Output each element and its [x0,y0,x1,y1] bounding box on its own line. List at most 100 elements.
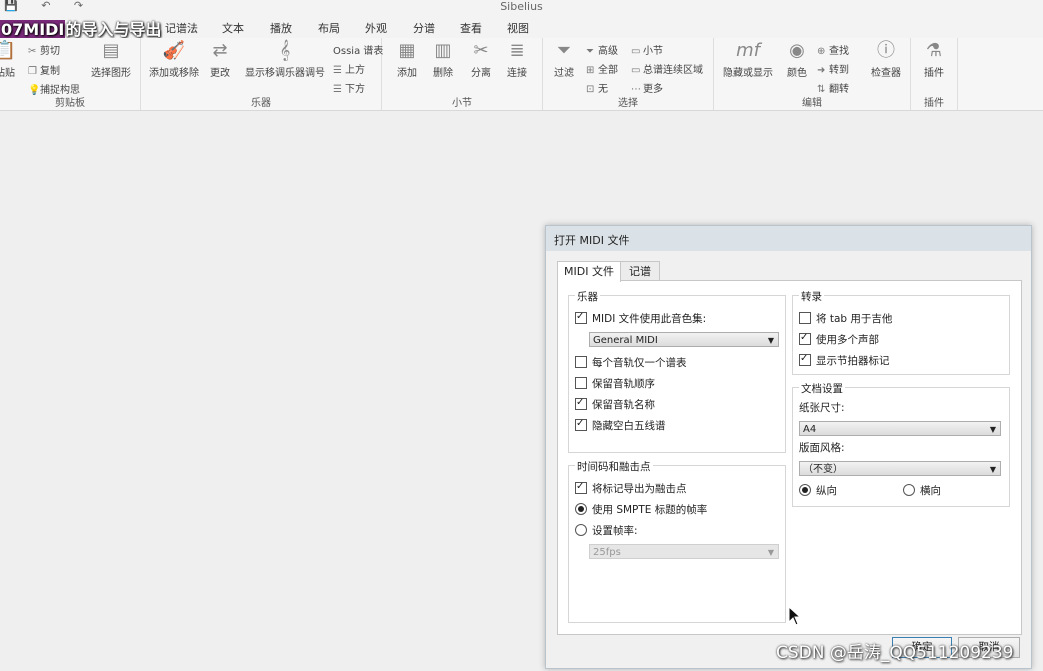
mf-dynamic-icon: mf [736,40,760,61]
staff-above-icon: ☰ [333,65,342,76]
fps-select[interactable]: 25fps ▼ [589,544,779,559]
ossia-below-button[interactable]: ☰ 下方 [333,80,365,95]
tab-view[interactable]: 视图 [507,20,529,36]
use-smpte-radio[interactable]: 使用 SMPTE 标题的帧率 [575,503,707,517]
group-bars: ▦ 添加 ▥ 删除 ✂ 分离 ≣ 连接 小节 [382,38,543,110]
instruments-icon: 🎻 [162,40,186,61]
find-button[interactable]: ⊕ 查找 [817,42,849,57]
plugin-icon: ⚗ [925,40,943,61]
group-label-clipboard: 剪贴板 [55,98,85,109]
select-system-passage-button[interactable]: ▭ 总谱连续区域 [631,61,703,76]
export-markers-checkbox[interactable]: 将标记导出为融击点 [575,480,687,496]
delete-bar-button[interactable]: ▥ 删除 [428,40,458,79]
cut-button[interactable]: ✂ 剪切 [28,42,60,57]
tab-review[interactable]: 查看 [460,20,482,36]
change-instrument-icon: ⇄ [212,40,228,61]
mouse-cursor-icon [788,606,802,626]
advanced-select-button[interactable]: ⏷ 高级 [586,42,618,57]
advanced-filter-icon: ⏷ [586,46,594,57]
passage-icon: ▭ [631,65,641,76]
group-label-plugins: 插件 [924,98,944,109]
select-none-button[interactable]: ⊡ 无 [586,80,608,95]
funnel-icon: ⏷ [556,40,572,61]
tab-midi-file[interactable]: MIDI 文件 [557,261,621,282]
select-graphic-button[interactable]: ▤ 选择图形 [88,40,134,79]
tab-notation[interactable]: 记谱法 [165,20,198,36]
group-label-instruments: 乐器 [251,98,271,109]
add-remove-instruments-button[interactable]: 🎻 添加或移除 [147,40,201,79]
hide-show-button[interactable]: mf 隐藏或显示 [720,40,776,79]
change-instrument-button[interactable]: ⇄ 更改 [205,40,235,79]
split-bar-button[interactable]: ✂ 分离 [466,40,496,79]
group-selection: ⏷ 过滤 ⏷ 高级 ⊞ 全部 ⊡ 无 ▭ 小节 ▭ 总谱连续区域 ⋯ 更多 选择 [543,38,714,110]
paper-size-select[interactable]: A4 ▼ [799,421,1001,436]
tab-appearance[interactable]: 外观 [365,20,387,36]
inspector-button[interactable]: ⓘ 检查器 [868,40,904,79]
paper-size-label: 纸张尺寸: [799,402,845,414]
use-sound-set-checkbox[interactable]: MIDI 文件使用此音色集: [575,310,706,326]
delete-bar-icon: ▥ [434,40,452,61]
clipboard-icon: 📋 [0,40,17,61]
arrow-right-icon: ➜ [817,65,826,76]
paste-button[interactable]: 📋粘贴 [0,40,18,79]
house-style-label: 版面风格: [799,442,845,454]
transcription-group: 转录 将 tab 用于吉他 使用多个声部 显示节拍器标记 [792,289,1010,375]
tab-notation-options[interactable]: 记谱 [620,261,660,281]
set-fps-radio[interactable]: 设置帧率: [575,524,638,538]
instruments-legend: 乐器 [575,289,600,304]
plugins-button[interactable]: ⚗ 插件 [919,40,949,79]
use-tab-guitar-checkbox[interactable]: 将 tab 用于吉他 [799,312,892,326]
join-bar-button[interactable]: ≣ 连接 [502,40,532,79]
join-icon: ≣ [509,40,525,61]
dialog-title: 打开 MIDI 文件 [554,234,630,247]
instruments-group: 乐器 MIDI 文件使用此音色集: General MIDI▼ 每个音轨仅一个谱… [568,289,786,453]
select-all-icon: ⊞ [586,65,595,76]
graphic-icon: ▤ [102,40,120,61]
dialog-title-bar[interactable]: 打开 MIDI 文件 [546,226,1031,251]
multiple-voices-checkbox[interactable]: 使用多个声部 [799,331,879,347]
portrait-radio[interactable]: 纵向 [799,484,837,498]
scissors-icon: ✂ [28,46,37,57]
info-icon: ⓘ [877,40,895,61]
ossia-staff-label: Ossia 谱表 [333,46,384,57]
select-all-button[interactable]: ⊞ 全部 [586,61,618,76]
copy-button[interactable]: ❐ 复制 [28,62,60,77]
one-staff-per-track-checkbox[interactable]: 每个音轨仅一个谱表 [575,356,687,370]
keep-track-order-checkbox[interactable]: 保留音轨顺序 [575,377,655,391]
show-transposing-button[interactable]: 𝄞 显示移调乐器调号 [241,40,329,79]
select-bar-button[interactable]: ▭ 小节 [631,42,663,57]
app-title: Sibelius [500,0,543,13]
filter-button[interactable]: ⏷ 过滤 [549,40,579,79]
title-bar: 💾 ↶ ↷ Sibelius [0,0,1043,14]
house-style-select[interactable]: （不变） ▼ [799,461,1001,476]
landscape-radio[interactable]: 横向 [903,484,941,498]
chevron-down-icon: ▼ [989,465,996,474]
color-button[interactable]: ◉ 颜色 [782,40,812,79]
group-label-bars: 小节 [452,98,472,109]
tab-play[interactable]: 播放 [270,20,292,36]
tab-layout[interactable]: 布局 [318,20,340,36]
group-clipboard: 📋粘贴 ✂剪切 ❐复制 💡捕捉构思 ▤选择图形 剪贴板 [0,38,141,110]
hide-empty-staves-checkbox[interactable]: 隐藏空白五线谱 [575,417,666,433]
group-plugins: ⚗ 插件 插件 [911,38,958,110]
keep-track-names-checkbox[interactable]: 保留音轨名称 [575,396,655,412]
timecode-legend: 时间码和融击点 [575,459,653,474]
binoculars-icon: ⊕ [817,46,826,57]
chevron-down-icon: ▼ [767,548,774,557]
ossia-above-button[interactable]: ☰ 上方 [333,61,365,76]
group-label-selection: 选择 [618,98,638,109]
goto-button[interactable]: ➜ 转到 [817,61,849,76]
open-midi-dialog: 打开 MIDI 文件 MIDI 文件 记谱 乐器 MIDI 文件使用此音色集: … [545,225,1032,669]
add-bar-button[interactable]: ▦ 添加 [392,40,422,79]
flip-button[interactable]: ⇅ 翻转 [817,80,849,95]
split-icon: ✂ [473,40,489,61]
tab-text[interactable]: 文本 [222,20,244,36]
treble-clef-icon: 𝄞 [279,40,291,61]
select-more-button[interactable]: ⋯ 更多 [631,80,663,95]
copy-icon: ❐ [28,66,37,77]
group-edit: mf 隐藏或显示 ◉ 颜色 ⊕ 查找 ➜ 转到 ⇅ 翻转 ⓘ 检查器 编辑 [714,38,911,110]
show-metronome-checkbox[interactable]: 显示节拍器标记 [799,352,890,368]
sound-set-select[interactable]: General MIDI ▼ [589,332,779,347]
chevron-down-icon: ▼ [989,425,996,434]
tab-parts[interactable]: 分谱 [413,20,435,36]
